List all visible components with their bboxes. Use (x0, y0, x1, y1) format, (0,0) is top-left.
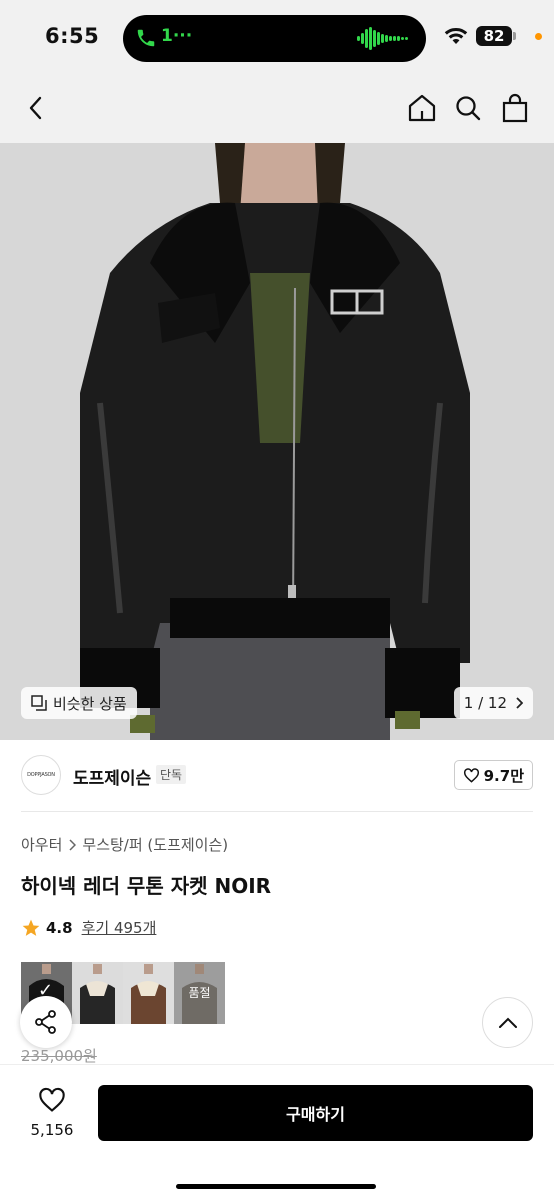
similar-items-icon (31, 695, 47, 711)
bottom-bar: 5,156 구매하기 (0, 1064, 554, 1200)
search-button[interactable] (452, 92, 484, 124)
battery-nub (513, 32, 516, 40)
search-icon (456, 96, 481, 121)
chevron-up-icon (498, 1017, 517, 1028)
chevron-right-icon (516, 697, 523, 709)
brand-like-button[interactable]: 9.7만 (453, 760, 533, 790)
buy-button[interactable]: 구매하기 (98, 1085, 533, 1141)
battery-icon: 82 (476, 26, 512, 46)
phone-icon (137, 29, 155, 47)
brand-name[interactable]: 도프제이슨 (73, 764, 151, 789)
favorite-count: 5,156 (30, 1121, 74, 1139)
gallery-page-indicator[interactable]: 1 / 12 (453, 687, 533, 719)
original-price: 235,000원 (21, 1047, 97, 1065)
exclusive-badge: 단독 (156, 765, 187, 784)
breadcrumb-child[interactable]: 무스탕/퍼 (도프제이슨) (82, 834, 228, 855)
privacy-indicator (535, 33, 542, 40)
page-indicator-text: 1 / 12 (463, 694, 507, 712)
similar-products-button[interactable]: 비슷한 상품 (21, 687, 137, 719)
breadcrumb-parent[interactable]: 아우터 (21, 834, 62, 855)
home-icon (408, 94, 436, 122)
color-option-2[interactable] (72, 962, 123, 1024)
product-image-gallery[interactable]: 비슷한 상품 1 / 12 (0, 143, 554, 740)
scroll-top-button[interactable] (482, 997, 533, 1048)
color-option-3[interactable] (123, 962, 174, 1024)
soldout-label: 품절 (188, 986, 211, 1000)
back-chevron-icon (29, 96, 42, 120)
rating-row: 4.8 후기 495개 (21, 917, 156, 938)
home-button[interactable] (406, 92, 438, 124)
call-duration: 1··· (161, 26, 193, 46)
home-indicator (176, 1184, 376, 1189)
star-icon (22, 919, 40, 936)
dynamic-island[interactable]: 1··· (123, 15, 426, 62)
heart-icon (463, 767, 479, 783)
brand-like-count: 9.7만 (483, 766, 524, 785)
heart-icon (39, 1087, 65, 1112)
color-option-soldout[interactable]: 품절 (174, 962, 225, 1024)
clock: 6:55 (45, 24, 100, 48)
divider (21, 811, 533, 812)
brand-logo[interactable]: DOPPJASON (21, 755, 61, 795)
product-title: 하이넥 레더 무톤 자켓 NOIR (21, 874, 272, 898)
breadcrumb: 아우터 무스탕/퍼 (도프제이슨) (21, 834, 228, 855)
back-button[interactable] (20, 92, 52, 124)
nav-bar (0, 76, 554, 143)
wifi-icon (444, 28, 468, 44)
share-button[interactable] (20, 996, 72, 1048)
shopping-bag-icon (502, 93, 528, 123)
share-icon (35, 1010, 56, 1034)
similar-products-label: 비슷한 상품 (53, 694, 127, 713)
brand-row: DOPPJASON 도프제이슨 단독 9.7만 (0, 740, 554, 812)
reviews-link[interactable]: 후기 495개 (82, 917, 157, 938)
chevron-right-icon (69, 838, 77, 851)
audio-wave-icon (357, 27, 408, 50)
product-photo (0, 143, 554, 740)
cart-button[interactable] (499, 92, 531, 124)
rating-value: 4.8 (46, 918, 73, 937)
favorite-button[interactable]: 5,156 (22, 1087, 82, 1139)
status-bar: 6:55 1··· 82 (0, 0, 554, 76)
